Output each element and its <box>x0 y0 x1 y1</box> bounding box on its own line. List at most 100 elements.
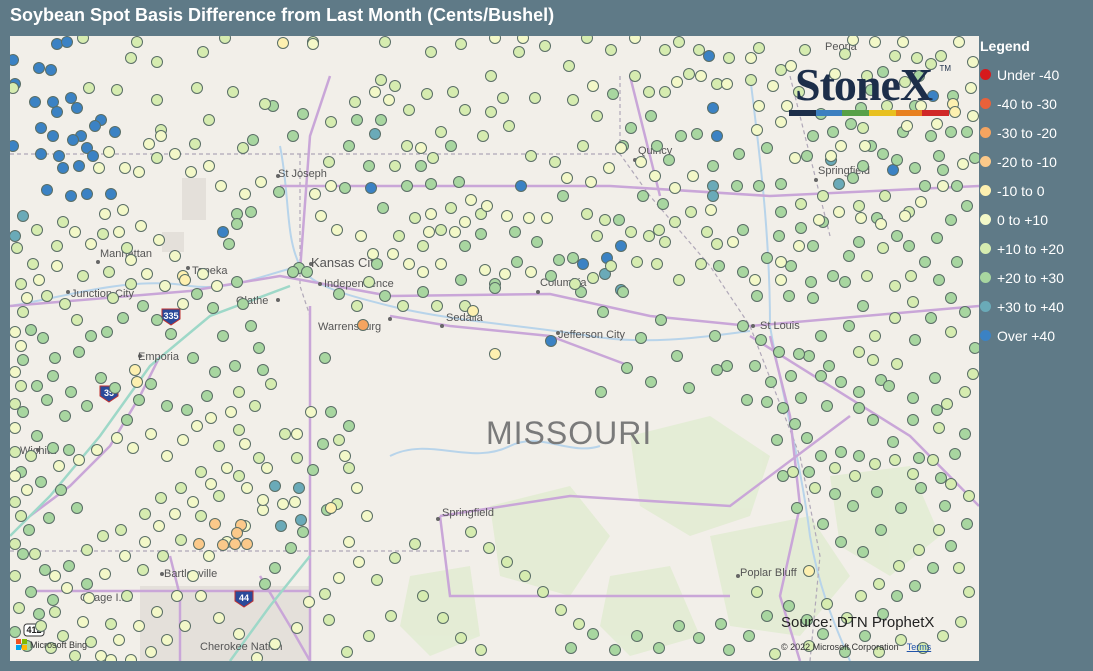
basis-point[interactable] <box>251 652 263 662</box>
basis-point[interactable] <box>753 42 765 54</box>
basis-point[interactable] <box>307 38 319 50</box>
basis-point[interactable] <box>71 502 83 514</box>
basis-point[interactable] <box>853 386 865 398</box>
basis-point[interactable] <box>125 254 137 266</box>
basis-point[interactable] <box>761 142 773 154</box>
basis-point[interactable] <box>877 148 889 160</box>
basis-point[interactable] <box>51 260 63 272</box>
basis-point[interactable] <box>591 230 603 242</box>
basis-point[interactable] <box>415 160 427 172</box>
basis-point[interactable] <box>257 504 269 516</box>
basis-point[interactable] <box>687 170 699 182</box>
basis-point[interactable] <box>479 264 491 276</box>
basis-point[interactable] <box>713 260 725 272</box>
basis-point[interactable] <box>635 332 647 344</box>
basis-point[interactable] <box>27 258 39 270</box>
basis-point[interactable] <box>351 482 363 494</box>
basis-point[interactable] <box>953 36 965 48</box>
basis-point[interactable] <box>437 612 449 624</box>
basis-point[interactable] <box>945 478 957 490</box>
basis-point[interactable] <box>219 36 231 44</box>
basis-point[interactable] <box>179 620 191 632</box>
basis-point[interactable] <box>577 258 589 270</box>
basis-point[interactable] <box>933 422 945 434</box>
basis-point[interactable] <box>67 134 79 146</box>
basis-point[interactable] <box>229 360 241 372</box>
basis-point[interactable] <box>41 290 53 302</box>
basis-point[interactable] <box>105 618 117 630</box>
basis-point[interactable] <box>401 140 413 152</box>
basis-point[interactable] <box>829 488 841 500</box>
basis-point[interactable] <box>567 252 579 264</box>
basis-point[interactable] <box>889 312 901 324</box>
basis-point[interactable] <box>33 62 45 74</box>
basis-point[interactable] <box>375 114 387 126</box>
basis-point[interactable] <box>475 228 487 240</box>
basis-point[interactable] <box>675 130 687 142</box>
basis-point[interactable] <box>143 138 155 150</box>
basis-point[interactable] <box>31 224 43 236</box>
basis-point[interactable] <box>485 70 497 82</box>
basis-point[interactable] <box>401 180 413 192</box>
basis-point[interactable] <box>775 206 787 218</box>
basis-point[interactable] <box>673 36 685 48</box>
basis-point[interactable] <box>237 298 249 310</box>
basis-point[interactable] <box>343 140 355 152</box>
basis-point[interactable] <box>603 162 615 174</box>
basis-point[interactable] <box>109 126 121 138</box>
basis-point[interactable] <box>795 222 807 234</box>
basis-point[interactable] <box>10 326 21 338</box>
basis-point[interactable] <box>605 260 617 272</box>
basis-point[interactable] <box>121 414 133 426</box>
basis-point[interactable] <box>93 162 105 174</box>
basis-point[interactable] <box>177 298 189 310</box>
basis-point[interactable] <box>231 527 243 539</box>
basis-point[interactable] <box>827 126 839 138</box>
basis-point[interactable] <box>731 180 743 192</box>
basis-point[interactable] <box>85 238 97 250</box>
basis-point[interactable] <box>69 650 81 662</box>
basis-point[interactable] <box>197 46 209 58</box>
basis-point[interactable] <box>389 552 401 564</box>
basis-point[interactable] <box>17 354 29 366</box>
basis-point[interactable] <box>455 632 467 644</box>
basis-point[interactable] <box>269 638 281 650</box>
basis-point[interactable] <box>145 378 157 390</box>
basis-point[interactable] <box>393 230 405 242</box>
basis-point[interactable] <box>361 510 373 522</box>
basis-point[interactable] <box>891 230 903 242</box>
basis-point[interactable] <box>261 462 273 474</box>
basis-point[interactable] <box>293 482 305 494</box>
basis-point[interactable] <box>467 305 479 317</box>
basis-point[interactable] <box>151 314 163 326</box>
basis-point[interactable] <box>957 158 969 170</box>
basis-point[interactable] <box>51 38 63 50</box>
basis-point[interactable] <box>629 70 641 82</box>
basis-point[interactable] <box>371 258 383 270</box>
basis-point[interactable] <box>83 592 95 604</box>
basis-point[interactable] <box>835 376 847 388</box>
basis-point[interactable] <box>41 394 53 406</box>
basis-point[interactable] <box>891 154 903 166</box>
basis-point[interactable] <box>417 590 429 602</box>
basis-point[interactable] <box>191 420 203 432</box>
basis-point[interactable] <box>605 44 617 56</box>
basis-point[interactable] <box>35 148 47 160</box>
basis-point[interactable] <box>39 564 51 576</box>
basis-point[interactable] <box>861 270 873 282</box>
basis-point[interactable] <box>291 428 303 440</box>
basis-point[interactable] <box>10 140 19 152</box>
basis-point[interactable] <box>239 438 251 450</box>
basis-point[interactable] <box>169 508 181 520</box>
basis-point[interactable] <box>963 490 975 502</box>
basis-point[interactable] <box>161 400 173 412</box>
basis-point[interactable] <box>289 496 301 508</box>
basis-point[interactable] <box>191 288 203 300</box>
basis-point[interactable] <box>139 536 151 548</box>
basis-point[interactable] <box>475 644 487 656</box>
basis-point[interactable] <box>651 140 663 152</box>
basis-point[interactable] <box>751 586 763 598</box>
basis-point[interactable] <box>209 366 221 378</box>
basis-point[interactable] <box>563 60 575 72</box>
basis-point[interactable] <box>179 274 191 286</box>
